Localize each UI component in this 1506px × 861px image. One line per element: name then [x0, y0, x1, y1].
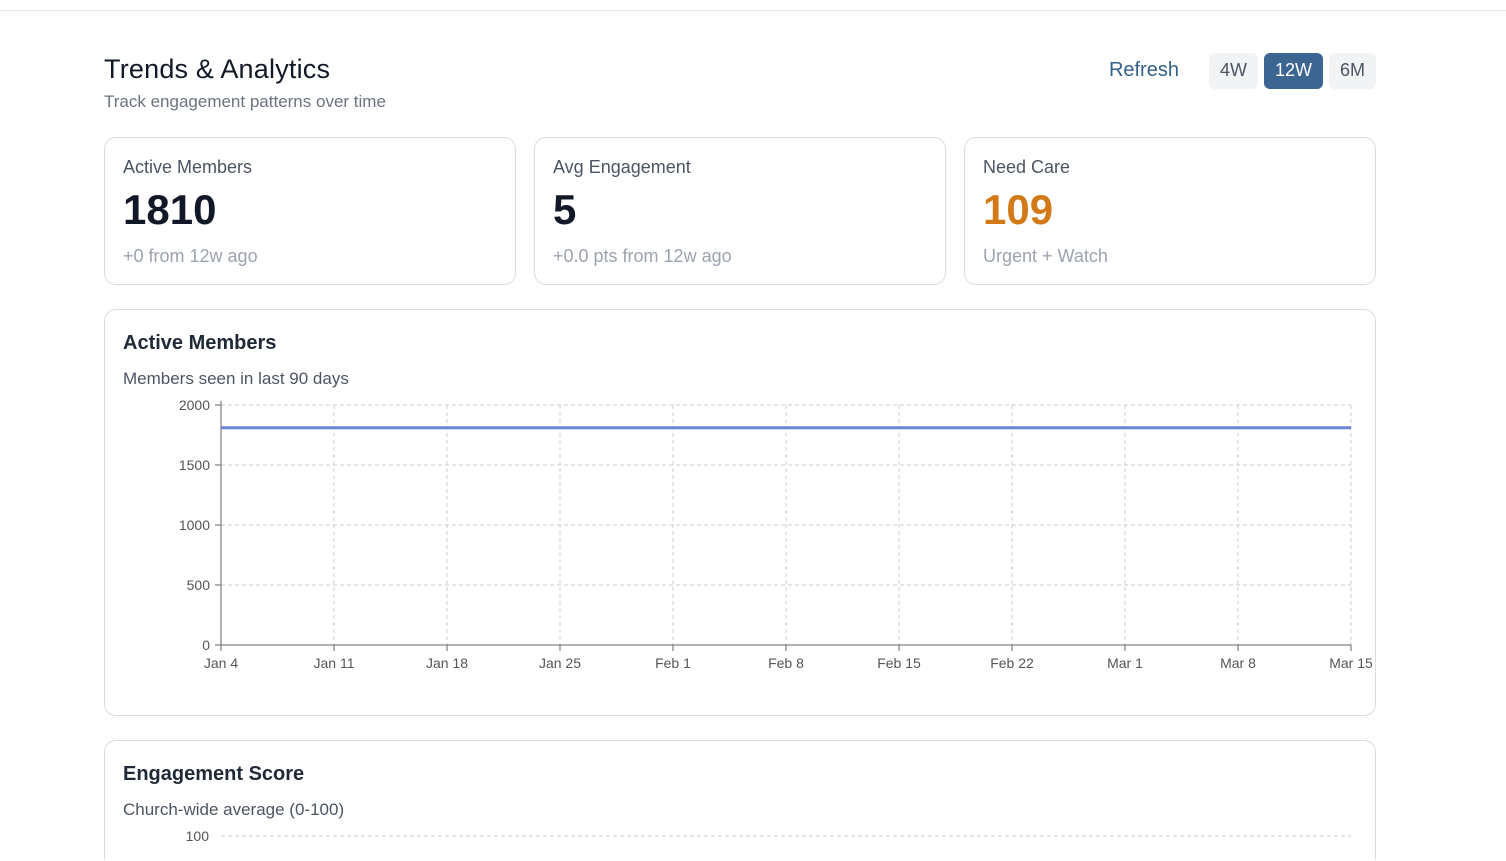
x-tick-label: Mar 15 — [1329, 655, 1373, 671]
stat-note: +0.0 pts from 12w ago — [553, 246, 732, 266]
page-title: Trends & Analytics — [104, 54, 331, 84]
x-tick-label: Mar 8 — [1220, 655, 1256, 671]
stat-card-need-care: Need Care 109 Urgent + Watch — [964, 137, 1376, 285]
page-subtitle: Track engagement patterns over time — [104, 92, 386, 111]
y-tick-label: 0 — [202, 637, 210, 653]
range-4w-button[interactable]: 4W — [1208, 52, 1258, 89]
stat-card-active-members: Active Members 1810 +0 from 12w ago — [104, 137, 516, 285]
x-tick-label: Feb 22 — [990, 655, 1034, 671]
engagement-chart: 100 — [186, 828, 1351, 844]
y-tick-label: 1000 — [179, 517, 210, 533]
stat-label: Active Members — [123, 157, 253, 177]
x-tick-label: Jan 11 — [314, 655, 355, 671]
y-tick-label: 2000 — [179, 397, 210, 413]
top-divider — [0, 10, 1506, 11]
x-tick-label: Feb 1 — [655, 655, 691, 671]
stat-note: +0 from 12w ago — [123, 246, 258, 266]
x-tick-label: Feb 15 — [877, 655, 921, 671]
x-tick-label: Jan 18 — [426, 655, 468, 671]
stat-card-avg-engagement: Avg Engagement 5 +0.0 pts from 12w ago — [534, 137, 946, 285]
x-tick-label: Mar 1 — [1107, 655, 1143, 671]
y-tick-label: 500 — [187, 577, 211, 593]
stat-note: Urgent + Watch — [983, 246, 1108, 266]
range-12w-button[interactable]: 12W — [1263, 52, 1323, 89]
stat-value: 109 — [983, 186, 1054, 233]
x-tick-label: Jan 4 — [204, 655, 238, 671]
x-tick-label: Jan 25 — [539, 655, 581, 671]
range-6m-button[interactable]: 6M — [1328, 52, 1376, 89]
active-members-chart-card: Active Members Members seen in last 90 d… — [104, 309, 1376, 716]
range-selector: 4W 12W 6M — [1208, 52, 1376, 89]
active-members-chart: 0 500 1000 1500 2000 Jan 4 Jan 11 Jan 18 Jan 25 F… — [179, 397, 1373, 671]
stat-label: Avg Engagement — [553, 157, 691, 177]
y-tick-label: 100 — [186, 828, 210, 844]
page-header: Trends & Analytics Track engagement patt… — [104, 52, 1376, 112]
refresh-button[interactable]: Refresh — [1109, 59, 1179, 82]
header-controls: Refresh 4W 12W 6M — [1109, 52, 1376, 89]
engagement-chart-card: Engagement Score Church-wide average (0-… — [104, 740, 1376, 860]
x-tick-label: Feb 8 — [768, 655, 804, 671]
y-tick-label: 1500 — [179, 457, 210, 473]
stat-value: 1810 — [123, 186, 217, 233]
stat-value: 5 — [553, 186, 577, 233]
stat-label: Need Care — [983, 157, 1071, 177]
